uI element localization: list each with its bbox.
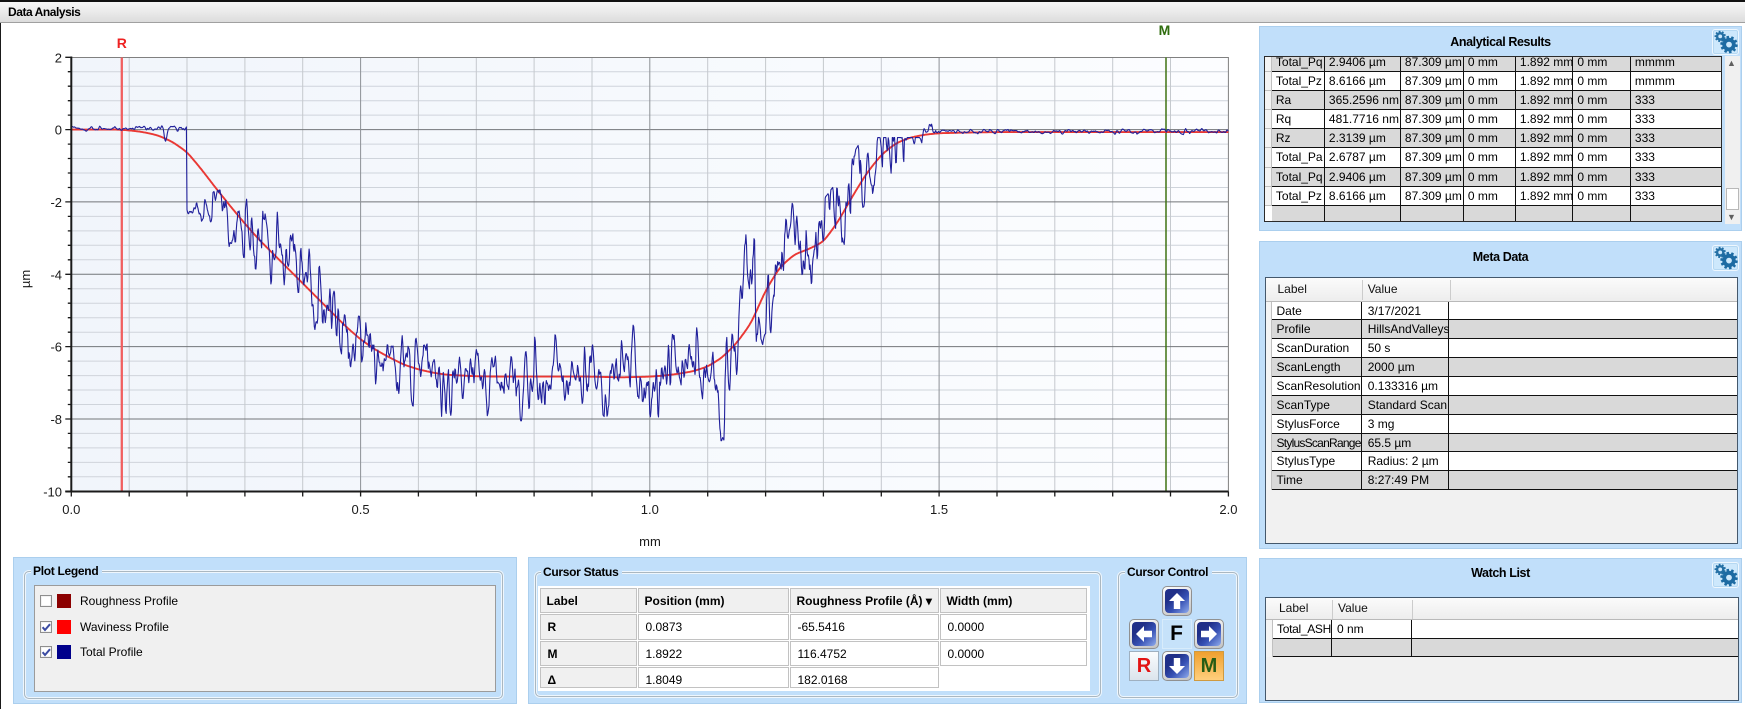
svg-text:2: 2	[55, 50, 62, 65]
svg-text:0: 0	[55, 123, 62, 138]
svg-text:R: R	[117, 35, 127, 51]
svg-text:-4: -4	[50, 267, 62, 282]
svg-text:-2: -2	[50, 195, 62, 210]
svg-text:0.5: 0.5	[352, 502, 370, 517]
svg-text:M: M	[1159, 22, 1171, 38]
svg-text:2.0: 2.0	[1219, 502, 1237, 517]
svg-text:1.0: 1.0	[641, 502, 659, 517]
svg-text:-8: -8	[50, 412, 62, 427]
svg-text:-6: -6	[50, 340, 62, 355]
svg-text:µm: µm	[18, 270, 33, 288]
svg-text:1.5: 1.5	[930, 502, 948, 517]
svg-text:-10: -10	[43, 484, 62, 499]
svg-text:0.0: 0.0	[62, 502, 80, 517]
svg-text:mm: mm	[639, 534, 661, 549]
